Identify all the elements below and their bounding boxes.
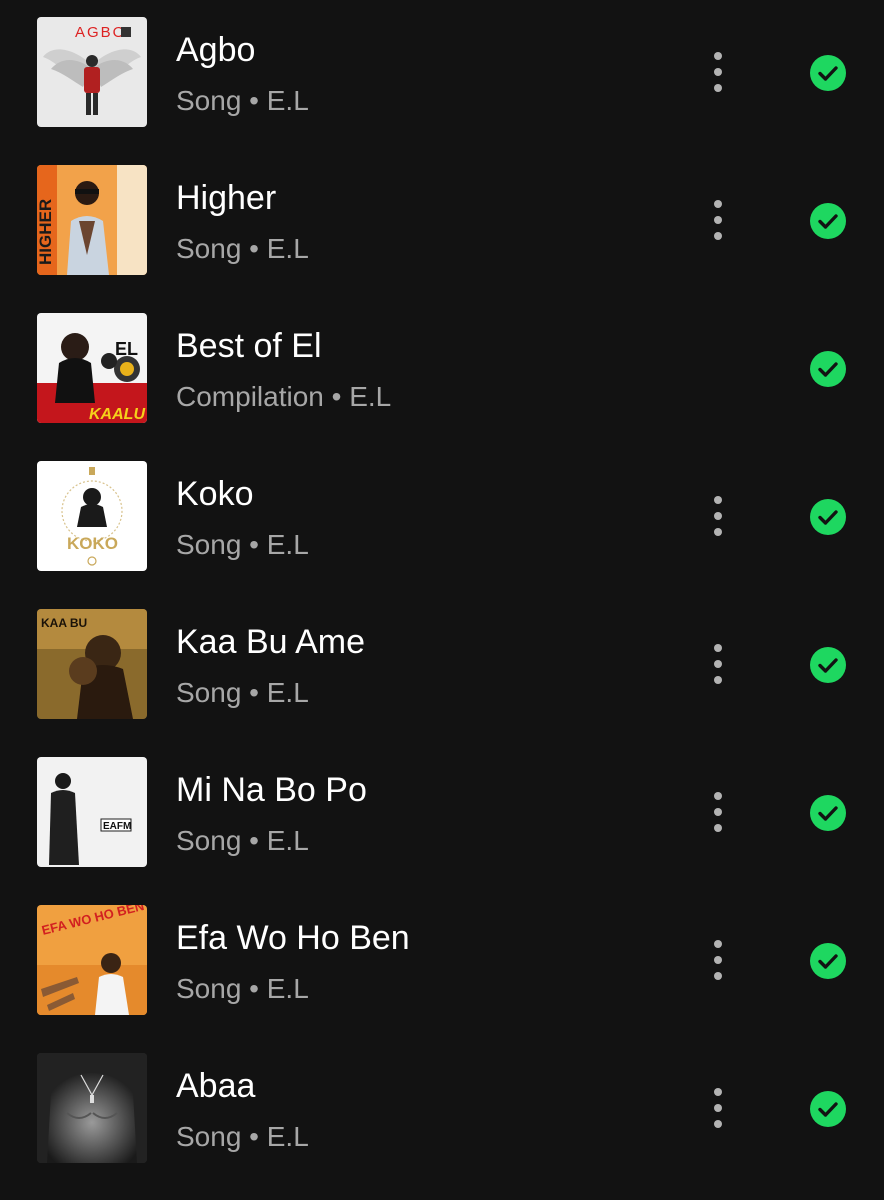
downloaded-check-icon — [810, 1091, 846, 1127]
track-row-agbo[interactable]: AGBO Agbo Song • E.L — [0, 0, 884, 148]
downloaded-check-icon — [810, 203, 846, 239]
koko-cover-text: KOKO — [67, 534, 118, 553]
downloaded-check-icon — [810, 943, 846, 979]
track-title: Koko — [176, 475, 254, 513]
best-of-el-cover-text: EL — [115, 339, 138, 359]
track-row-best-of-el[interactable]: EL KAALU Best of El Compilation • E.L — [0, 296, 884, 444]
kaa-bu-ame-cover-text: KAA BU — [41, 616, 87, 630]
downloaded-check-icon — [810, 499, 846, 535]
track-subtitle: Song • E.L — [176, 1121, 309, 1152]
downloaded-check-icon — [810, 647, 846, 683]
track-title: Mi Na Bo Po — [176, 771, 367, 809]
more-options-icon[interactable] — [700, 788, 736, 836]
more-options-icon[interactable] — [700, 640, 736, 688]
downloaded-check-icon — [810, 351, 846, 387]
track-row-koko[interactable]: KOKO Koko Song • E.L — [0, 444, 884, 592]
track-row-higher[interactable]: HIGHER Higher Song • E.L — [0, 148, 884, 296]
track-row-abaa[interactable]: Abaa Song • E.L — [0, 1036, 884, 1184]
track-subtitle: Song • E.L — [176, 85, 309, 116]
agbo-cover-text: AGBO — [75, 24, 126, 41]
track-title: Kaa Bu Ame — [176, 623, 366, 661]
best-of-el-cover-bottom-text: KAALU — [89, 406, 145, 423]
track-subtitle: Song • E.L — [176, 825, 309, 856]
track-subtitle: Song • E.L — [176, 233, 309, 264]
album-cover-abaa — [37, 1053, 147, 1163]
mi-na-bo-po-cover-text: EAFM — [103, 821, 131, 832]
downloaded-check-icon — [810, 55, 846, 91]
track-title: Agbo — [176, 31, 256, 69]
downloaded-check-icon — [810, 795, 846, 831]
album-cover-koko: KOKO — [37, 461, 147, 571]
track-title: Efa Wo Ho Ben — [176, 919, 410, 957]
track-title: Best of El — [176, 327, 322, 365]
track-row-kaa-bu-ame[interactable]: KAA BU Kaa Bu Ame Song • E.L — [0, 592, 884, 740]
track-subtitle: Song • E.L — [176, 677, 309, 708]
track-title: Abaa — [176, 1067, 256, 1105]
more-options-icon[interactable] — [700, 492, 736, 540]
higher-cover-text: HIGHER — [37, 199, 55, 265]
album-cover-higher: HIGHER — [37, 165, 147, 275]
track-subtitle: Compilation • E.L — [176, 381, 392, 412]
more-options-icon[interactable] — [700, 196, 736, 244]
album-cover-best-of-el: EL KAALU — [37, 313, 147, 423]
album-cover-mi-na-bo-po: EAFM — [37, 757, 147, 867]
track-subtitle: Song • E.L — [176, 973, 309, 1004]
track-row-efa-wo-ho-ben[interactable]: EFA WO HO BEN? Efa Wo Ho Ben Song • E.L — [0, 888, 884, 1036]
album-cover-efa-wo-ho-ben: EFA WO HO BEN? — [37, 905, 147, 1015]
track-subtitle: Song • E.L — [176, 529, 309, 560]
track-row-mi-na-bo-po[interactable]: EAFM Mi Na Bo Po Song • E.L — [0, 740, 884, 888]
track-title: Higher — [176, 179, 277, 217]
album-cover-kaa-bu-ame: KAA BU — [37, 609, 147, 719]
more-options-icon[interactable] — [700, 1084, 736, 1132]
album-cover-agbo: AGBO — [37, 17, 147, 127]
more-options-icon[interactable] — [700, 936, 736, 984]
more-options-icon[interactable] — [700, 48, 736, 96]
